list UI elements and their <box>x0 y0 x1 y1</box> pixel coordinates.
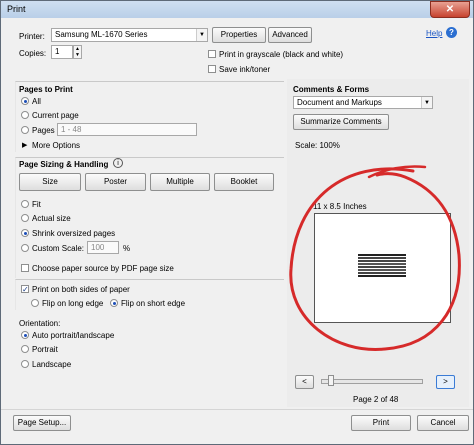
landscape-label: Landscape <box>32 360 72 369</box>
pdf-page-size-label: Choose paper source by PDF page size <box>32 264 174 273</box>
title-bar: Print ✕ <box>1 1 473 18</box>
fit-radio[interactable] <box>21 200 29 208</box>
help-link[interactable]: Help <box>426 29 442 38</box>
info-icon[interactable]: i <box>113 158 123 168</box>
grayscale-label: Print in grayscale (black and white) <box>219 50 344 59</box>
both-sides-checkbox[interactable]: ✓ <box>21 285 29 294</box>
flip-short-radio[interactable] <box>110 299 118 307</box>
page-indicator: Page 2 of 48 <box>353 395 399 404</box>
chevron-left-icon: < <box>302 377 307 386</box>
all-pages-radio[interactable] <box>21 97 29 105</box>
printer-selected: Samsung ML-1670 Series <box>55 30 148 39</box>
flip-long-label: Flip on long edge <box>42 299 104 308</box>
comments-selected: Document and Markups <box>297 98 382 107</box>
auto-orientation-radio[interactable] <box>21 331 29 339</box>
window-title: Print <box>7 4 26 14</box>
close-icon: ✕ <box>445 4 455 15</box>
pages-heading: Pages to Print <box>19 85 73 94</box>
custom-scale-radio[interactable] <box>21 244 29 252</box>
actual-size-label: Actual size <box>32 214 71 223</box>
shrink-radio[interactable] <box>21 229 29 237</box>
tab-booklet[interactable]: Booklet <box>214 173 274 191</box>
all-pages-label: All <box>32 97 41 106</box>
flip-short-label: Flip on short edge <box>121 299 186 308</box>
current-page-label: Current page <box>32 111 79 120</box>
copies-value: 1 <box>55 47 60 56</box>
comments-heading: Comments & Forms <box>293 85 370 94</box>
print-dialog: Print ✕ Printer: Samsung ML-1670 Series … <box>0 0 474 445</box>
custom-scale-value: 100 <box>91 243 105 252</box>
chevron-down-icon: ▼ <box>196 29 207 41</box>
pages-range-radio[interactable] <box>21 126 29 134</box>
scale-text: Scale: 100% <box>295 141 340 150</box>
flip-long-radio[interactable] <box>31 299 39 307</box>
auto-orientation-label: Auto portrait/landscape <box>32 331 115 340</box>
prev-page-button[interactable]: < <box>295 375 314 389</box>
printer-label: Printer: <box>19 32 45 41</box>
help-icon[interactable]: ? <box>446 27 457 38</box>
comments-chevron-down-icon: ▼ <box>421 97 432 108</box>
print-button[interactable]: Print <box>351 415 411 431</box>
shrink-label: Shrink oversized pages <box>32 229 116 238</box>
copies-input[interactable]: 1 <box>51 45 73 59</box>
save-ink-checkbox[interactable] <box>208 65 216 73</box>
both-sides-label: Print on both sides of paper <box>32 285 130 294</box>
pages-range-label: Pages <box>32 126 55 135</box>
printer-select[interactable]: Samsung ML-1670 Series ▼ <box>51 28 208 42</box>
fit-label: Fit <box>32 200 41 209</box>
chevron-right-nav-icon: > <box>443 377 448 386</box>
page-slider-thumb[interactable] <box>328 375 334 386</box>
landscape-radio[interactable] <box>21 360 29 368</box>
portrait-label: Portrait <box>32 345 58 354</box>
sizing-heading: Page Sizing & Handling <box>19 160 109 169</box>
grayscale-checkbox[interactable] <box>208 50 216 58</box>
copies-stepper[interactable]: ▲ ▼ <box>73 45 82 59</box>
tab-poster[interactable]: Poster <box>85 173 146 191</box>
actual-size-radio[interactable] <box>21 214 29 222</box>
chevron-right-icon[interactable]: ▶ <box>22 141 27 149</box>
pages-range-placeholder: 1 - 48 <box>61 125 82 134</box>
properties-button[interactable]: Properties <box>212 27 266 43</box>
custom-scale-input[interactable]: 100 <box>87 241 119 254</box>
close-button[interactable]: ✕ <box>430 1 470 18</box>
tab-multiple[interactable]: Multiple <box>150 173 210 191</box>
copies-label: Copies: <box>19 49 47 58</box>
red-circle-annotation <box>289 165 461 351</box>
next-page-button[interactable]: > <box>436 375 455 389</box>
pages-range-input[interactable]: 1 - 48 <box>57 123 197 136</box>
custom-scale-label: Custom Scale: <box>32 244 85 253</box>
save-ink-label: Save ink/toner <box>219 65 271 74</box>
page-slider[interactable] <box>321 379 423 384</box>
pdf-page-size-checkbox[interactable] <box>21 264 29 272</box>
tab-size[interactable]: Size <box>19 173 81 191</box>
custom-scale-unit: % <box>123 244 131 253</box>
cancel-button[interactable]: Cancel <box>417 415 469 431</box>
footer-divider <box>1 409 473 410</box>
current-page-radio[interactable] <box>21 111 29 119</box>
comments-select[interactable]: Document and Markups ▼ <box>293 96 433 109</box>
portrait-radio[interactable] <box>21 345 29 353</box>
summarize-comments-button[interactable]: Summarize Comments <box>293 114 389 130</box>
more-options-label[interactable]: More Options <box>32 141 80 150</box>
advanced-button[interactable]: Advanced <box>268 27 312 43</box>
page-setup-button[interactable]: Page Setup... <box>13 415 71 431</box>
orientation-heading: Orientation: <box>19 319 61 328</box>
